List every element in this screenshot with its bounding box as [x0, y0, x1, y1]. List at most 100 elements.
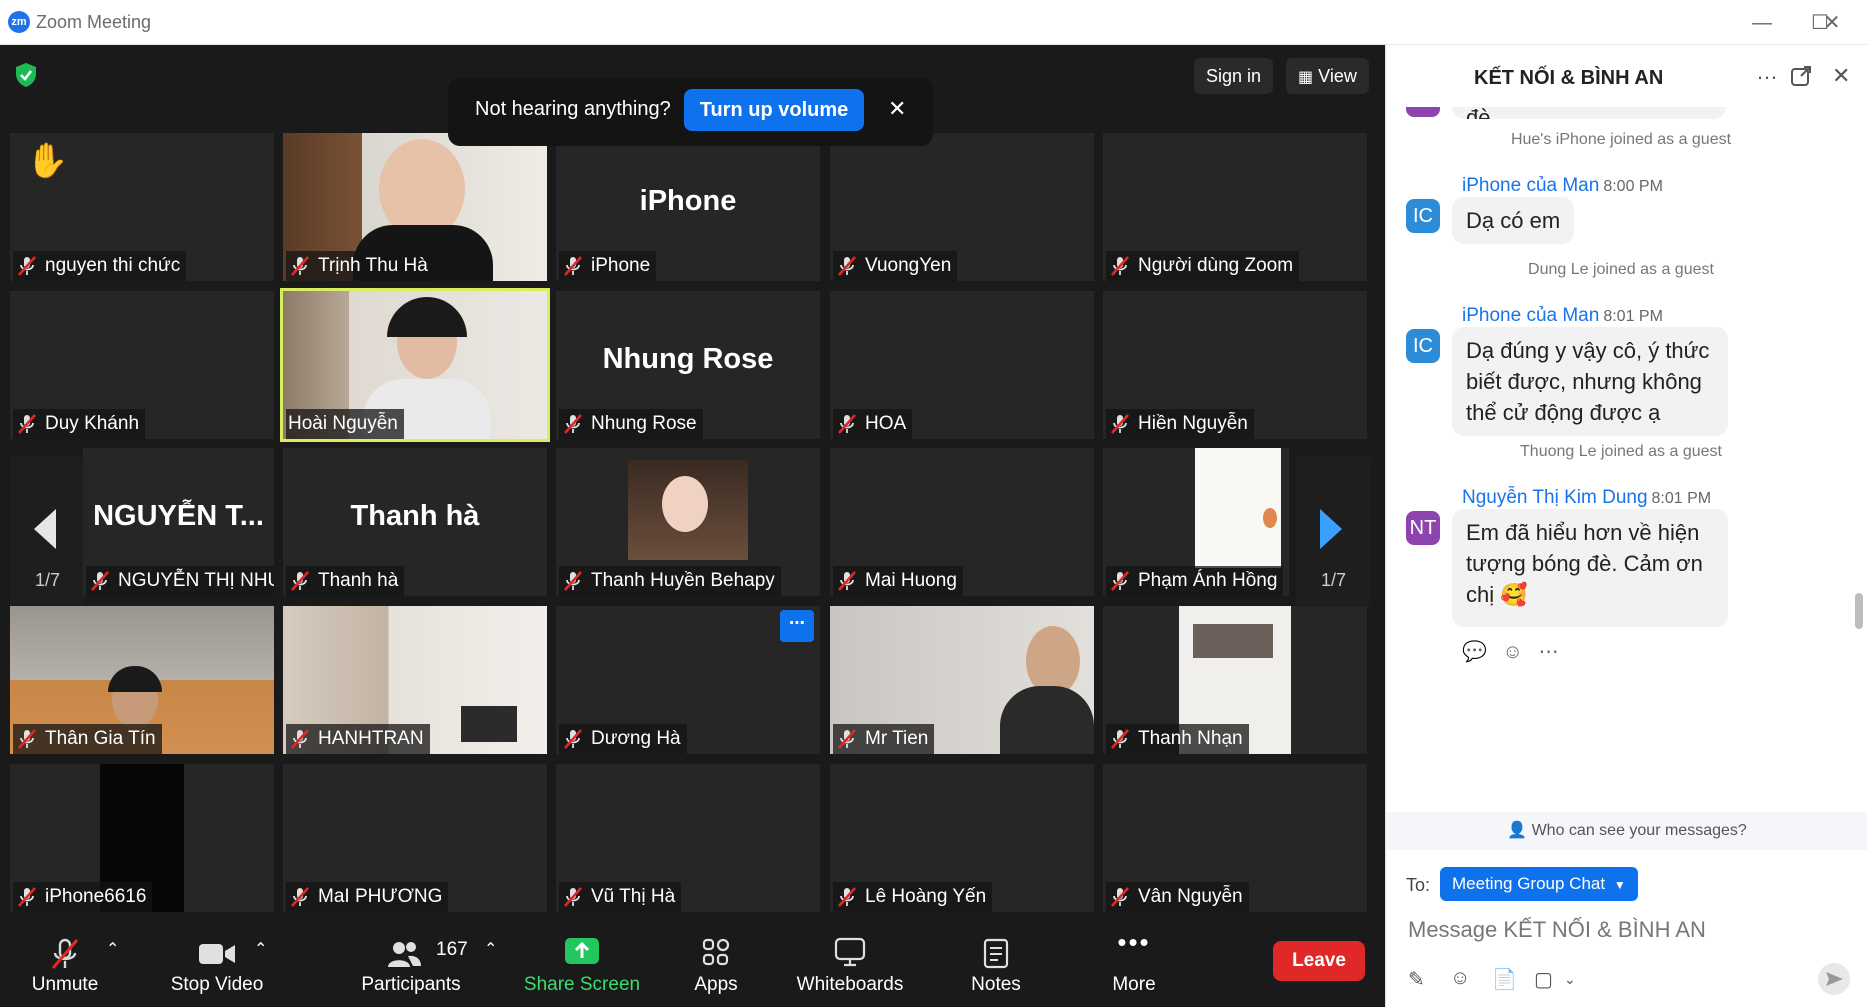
apps-label: Apps — [694, 974, 738, 995]
raised-hand-icon: ✋ — [26, 142, 69, 180]
participant-name: iPhone — [591, 255, 651, 276]
stop-video-button[interactable]: Stop Video — [152, 917, 282, 1007]
view-button[interactable]: ▦ View — [1286, 58, 1369, 94]
participant-tile[interactable]: Người dùng Zoom — [1103, 133, 1367, 281]
participant-tile[interactable]: Duy Khánh — [10, 291, 274, 439]
avatar: NT — [1406, 511, 1440, 545]
participant-tile[interactable]: Mai Huong — [830, 448, 1094, 596]
participants-options-caret-icon[interactable]: ⌃ — [484, 939, 497, 959]
audio-notice-text: Not hearing anything? — [475, 98, 671, 120]
chat-scrollbar[interactable] — [1855, 593, 1863, 629]
avatar: IC — [1406, 199, 1440, 233]
participant-name: Duy Khánh — [45, 413, 140, 434]
participant-tile[interactable]: Thanh Huyền Behapy — [556, 448, 820, 596]
more-dots-icon: ••• — [1117, 927, 1151, 957]
minimize-icon[interactable]: — — [1742, 8, 1782, 38]
mic-muted-icon — [291, 256, 309, 276]
participant-nameplate: Mr Tien — [833, 724, 935, 754]
mic-muted-icon — [291, 887, 309, 907]
participant-tile[interactable]: iPhone6616 — [10, 764, 274, 912]
chat-more-icon[interactable]: … — [1756, 59, 1779, 85]
share-screen-button[interactable]: Share Screen — [522, 917, 642, 1007]
participant-nameplate: nguyen thi chức — [13, 251, 187, 281]
participant-tile[interactable]: Mr Tien — [830, 606, 1094, 754]
unmute-button[interactable]: Unmute — [20, 917, 110, 1007]
mic-muted-icon — [838, 256, 856, 276]
participant-tile[interactable]: NGUYỄN T... NGUYỄN THỊ NHƯ TR... — [83, 448, 274, 596]
participants-label: Participants — [361, 974, 461, 995]
unmute-label: Unmute — [31, 974, 99, 995]
system-message: Hue's iPhone joined as a guest — [1510, 131, 1732, 148]
participant-tile[interactable]: HANHTRAN — [283, 606, 547, 754]
mic-muted-icon — [18, 414, 36, 434]
participant-tile[interactable]: Thanh hà Thanh hà — [283, 448, 547, 596]
participant-tile[interactable]: VuongYen — [830, 133, 1094, 281]
chat-messages[interactable]: Em thỉnh thoảng bị bóng đè Hue's iPhone … — [1386, 107, 1867, 812]
apps-icon — [702, 938, 730, 966]
sender-name: iPhone của Man — [1462, 305, 1600, 326]
participant-tile[interactable]: Trịnh Thu Hà — [283, 133, 547, 281]
title-bar: zm Zoom Meeting — ☐ ✕ — [0, 0, 1867, 45]
apps-button[interactable]: Apps — [680, 917, 752, 1007]
screenshot-options-chevron-icon[interactable]: ⌄ — [1564, 971, 1576, 988]
format-text-icon[interactable]: ✎ — [1408, 967, 1425, 992]
participant-nameplate: Trịnh Thu Hà — [286, 251, 434, 281]
participant-tile[interactable]: Nhung Rose Nhung Rose — [556, 291, 820, 439]
previous-page-button[interactable]: 1/7 — [10, 457, 85, 605]
encryption-shield-icon[interactable] — [14, 62, 38, 88]
mic-muted-icon — [1111, 414, 1129, 434]
recipient-dropdown[interactable]: Meeting Group Chat ▼ — [1440, 867, 1638, 901]
reply-icon[interactable]: 💬 — [1462, 641, 1487, 663]
participant-tile[interactable]: Vân Nguyễn — [1103, 764, 1367, 912]
whiteboards-button[interactable]: Whiteboards — [790, 917, 910, 1007]
tile-more-options-icon[interactable]: ⋯ — [780, 610, 814, 642]
participant-tile[interactable]: iPhone iPhone — [556, 133, 820, 281]
video-camera-icon — [199, 944, 235, 964]
sign-in-button[interactable]: Sign in — [1194, 58, 1274, 94]
more-actions-icon[interactable]: ⋯ — [1538, 641, 1558, 663]
screenshot-icon[interactable]: ▢ — [1534, 967, 1553, 992]
file-icon[interactable]: 📄 — [1492, 967, 1517, 992]
participant-tile[interactable]: Phạm Ánh Hồng — [1103, 448, 1289, 596]
pop-out-icon[interactable] — [1790, 65, 1812, 87]
participant-tile[interactable]: Thân Gia Tín — [10, 606, 274, 754]
send-button[interactable] — [1818, 963, 1850, 995]
participant-tile[interactable]: HOA — [830, 291, 1094, 439]
message-input[interactable]: Message KẾT NỐI & BÌNH AN — [1408, 917, 1706, 943]
next-page-button[interactable]: 1/7 — [1296, 457, 1371, 605]
participant-tile[interactable]: ✋ nguyen thi chức — [10, 133, 274, 281]
participant-nameplate: iPhone6616 — [13, 882, 153, 912]
participant-nameplate: Thanh hà — [286, 566, 405, 596]
chevron-right-icon — [1320, 509, 1342, 549]
participant-tile[interactable]: Lê Hoàng Yến — [830, 764, 1094, 912]
participant-tile[interactable]: Hiền Nguyễn — [1103, 291, 1367, 439]
who-can-see-bar[interactable]: 👤 Who can see your messages? — [1386, 812, 1867, 850]
more-button[interactable]: ••• More — [1096, 917, 1172, 1007]
people-icon: 👤 — [1507, 822, 1528, 839]
participant-nameplate: Thân Gia Tín — [13, 724, 162, 754]
mic-muted-icon — [18, 729, 36, 749]
send-icon — [1826, 972, 1843, 986]
turn-up-volume-button[interactable]: Turn up volume — [684, 89, 864, 131]
system-message: Thuong Le joined as a guest — [1520, 443, 1722, 460]
participant-tile[interactable]: ⋯ Dương Hà — [556, 606, 820, 754]
participant-tile[interactable]: Thanh Nhạn — [1103, 606, 1367, 754]
add-reaction-icon[interactable]: ☺ — [1502, 641, 1522, 663]
audio-options-caret-icon[interactable]: ⌃ — [106, 939, 119, 959]
close-icon[interactable]: ✕ — [888, 96, 906, 122]
video-options-caret-icon[interactable]: ⌃ — [254, 939, 267, 959]
participant-tile[interactable]: Hoài Nguyễn — [280, 288, 550, 442]
participant-name: Lê Hoàng Yến — [865, 886, 987, 907]
participant-display-name: Thanh hà — [350, 500, 480, 532]
participant-tile[interactable]: Vũ Thị Hà — [556, 764, 820, 912]
leave-button[interactable]: Leave — [1273, 941, 1365, 981]
close-window-icon[interactable]: ✕ — [1812, 8, 1852, 38]
participant-tile[interactable]: MaI PHƯƠNG — [283, 764, 547, 912]
participant-nameplate: iPhone — [559, 251, 657, 281]
emoji-icon[interactable]: ☺ — [1450, 967, 1470, 990]
participants-button[interactable]: Participants — [356, 917, 466, 1007]
avatar — [1406, 107, 1440, 117]
mic-muted-icon — [564, 729, 582, 749]
notes-button[interactable]: Notes — [960, 917, 1032, 1007]
close-chat-icon[interactable]: ✕ — [1832, 63, 1850, 89]
